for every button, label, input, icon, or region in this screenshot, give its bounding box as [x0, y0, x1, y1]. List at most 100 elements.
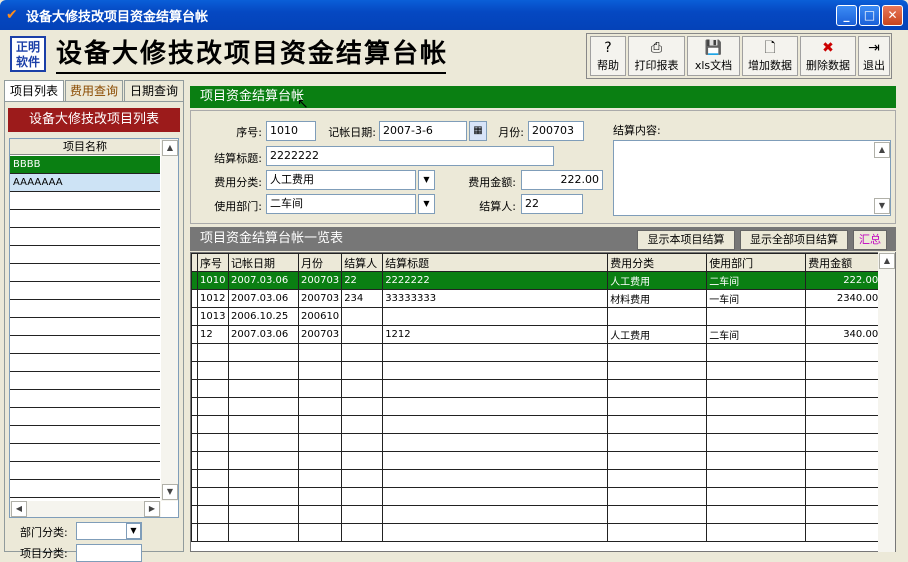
month-input[interactable]: 200703: [528, 121, 584, 141]
grid-cell[interactable]: 2007.03.06: [228, 289, 299, 308]
grid-cell[interactable]: [228, 379, 299, 398]
grid-cell[interactable]: 200703: [297, 325, 343, 344]
grid-cell[interactable]: [607, 523, 708, 542]
grid-cell[interactable]: [341, 307, 384, 326]
grid-cell[interactable]: [228, 415, 299, 434]
grid-cell[interactable]: [706, 361, 807, 380]
grid-cell[interactable]: 2006.10.25: [228, 307, 299, 326]
grid-cell[interactable]: 一车间: [706, 289, 807, 308]
grid-cell[interactable]: [228, 487, 299, 506]
grid-cell[interactable]: [228, 397, 299, 416]
table-row[interactable]: 1013 2006.10.25 200610: [191, 307, 882, 326]
project-filter-select[interactable]: [76, 544, 142, 562]
list-item-empty[interactable]: [10, 210, 160, 228]
grid-cell[interactable]: [607, 505, 708, 524]
grid-cell[interactable]: [341, 505, 384, 524]
grid-cell[interactable]: [197, 451, 229, 470]
list-item-empty[interactable]: [10, 354, 160, 372]
grid-cell[interactable]: [297, 397, 343, 416]
list-item-empty[interactable]: [10, 192, 160, 210]
grid-cell[interactable]: [341, 325, 384, 344]
title-input[interactable]: 2222222: [266, 146, 554, 166]
list-item-empty[interactable]: [10, 264, 160, 282]
table-row[interactable]: [191, 451, 882, 470]
grid-cell[interactable]: [297, 379, 343, 398]
category-select[interactable]: 人工费用: [266, 170, 416, 190]
grid-cell[interactable]: [805, 307, 882, 326]
grid-cell[interactable]: [197, 469, 229, 488]
show-current-button[interactable]: 显示本项目结算: [637, 230, 735, 250]
grid-cell[interactable]: [805, 505, 882, 524]
grid-cell[interactable]: 1013: [197, 307, 229, 326]
grid-cell[interactable]: [228, 505, 299, 524]
scroll-up-icon[interactable]: ▲: [162, 140, 178, 156]
tab-project-list[interactable]: 项目列表: [4, 80, 64, 102]
xls-export-button[interactable]: 💾 xls文档: [687, 36, 740, 76]
grid-cell[interactable]: [706, 415, 807, 434]
grid-cell[interactable]: [382, 433, 609, 452]
list-item-empty[interactable]: [10, 390, 160, 408]
scroll-right-icon[interactable]: ▶: [144, 501, 160, 517]
grid-cell[interactable]: 12: [197, 325, 229, 344]
grid-cell[interactable]: [607, 397, 708, 416]
grid-cell[interactable]: [228, 343, 299, 362]
exit-button[interactable]: ⇥ 退出: [858, 36, 890, 76]
grid-cell[interactable]: 200703: [297, 271, 343, 290]
grid-cell[interactable]: [607, 361, 708, 380]
grid-cell[interactable]: [382, 397, 609, 416]
minimize-button[interactable]: _: [836, 5, 857, 26]
list-item-empty[interactable]: [10, 246, 160, 264]
grid-cell[interactable]: [706, 505, 807, 524]
list-item-empty[interactable]: [10, 480, 160, 498]
grid-cell[interactable]: [197, 343, 229, 362]
table-row[interactable]: [191, 343, 882, 362]
grid-cell[interactable]: [341, 451, 384, 470]
grid-cell[interactable]: [805, 343, 882, 362]
grid-cell[interactable]: [607, 469, 708, 488]
grid-cell[interactable]: [382, 307, 609, 326]
amount-input[interactable]: 222.00: [521, 170, 603, 190]
list-item-empty[interactable]: [10, 318, 160, 336]
grid-cell[interactable]: [197, 361, 229, 380]
grid-cell[interactable]: [297, 487, 343, 506]
grid-cell[interactable]: [297, 523, 343, 542]
chevron-down-icon[interactable]: ▼: [418, 170, 435, 190]
grid-cell[interactable]: [228, 433, 299, 452]
grid-cell[interactable]: [228, 469, 299, 488]
list-item-empty[interactable]: [10, 372, 160, 390]
table-row[interactable]: 1010 2007.03.06 200703 22 2222222 人工费用 二车间 222.…: [191, 271, 882, 290]
grid-cell[interactable]: [197, 523, 229, 542]
grid-cell[interactable]: [382, 523, 609, 542]
date-input[interactable]: 2007-3-6: [379, 121, 467, 141]
grid-cell[interactable]: 33333333: [382, 289, 609, 308]
grid-cell[interactable]: [382, 379, 609, 398]
grid-vertical-scrollbar[interactable]: [878, 252, 895, 552]
grid-cell[interactable]: 2007.03.06: [228, 271, 299, 290]
grid-cell[interactable]: 200610: [297, 307, 343, 326]
grid-cell[interactable]: 340.00: [805, 325, 882, 344]
table-row[interactable]: [191, 397, 882, 416]
person-input[interactable]: 22: [521, 194, 583, 214]
grid-cell[interactable]: [297, 505, 343, 524]
grid-cell[interactable]: [706, 523, 807, 542]
grid-cell[interactable]: 1012: [197, 289, 229, 308]
grid-cell[interactable]: [805, 379, 882, 398]
grid-cell[interactable]: [607, 433, 708, 452]
grid-cell[interactable]: 200703: [297, 289, 343, 308]
grid-cell[interactable]: [341, 415, 384, 434]
grid-cell[interactable]: [607, 343, 708, 362]
grid-cell[interactable]: [706, 379, 807, 398]
grid-cell[interactable]: [197, 397, 229, 416]
grid-cell[interactable]: [706, 451, 807, 470]
scroll-down-icon[interactable]: ▼: [874, 198, 890, 214]
table-row[interactable]: [191, 415, 882, 434]
grid-cell[interactable]: [228, 523, 299, 542]
table-row[interactable]: [191, 469, 882, 488]
grid-cell[interactable]: [297, 361, 343, 380]
grid-cell[interactable]: [341, 397, 384, 416]
list-item-empty[interactable]: [10, 336, 160, 354]
list-item-empty[interactable]: [10, 282, 160, 300]
grid-cell[interactable]: [805, 397, 882, 416]
grid-cell[interactable]: 人工费用: [607, 325, 708, 344]
grid-cell[interactable]: [382, 343, 609, 362]
